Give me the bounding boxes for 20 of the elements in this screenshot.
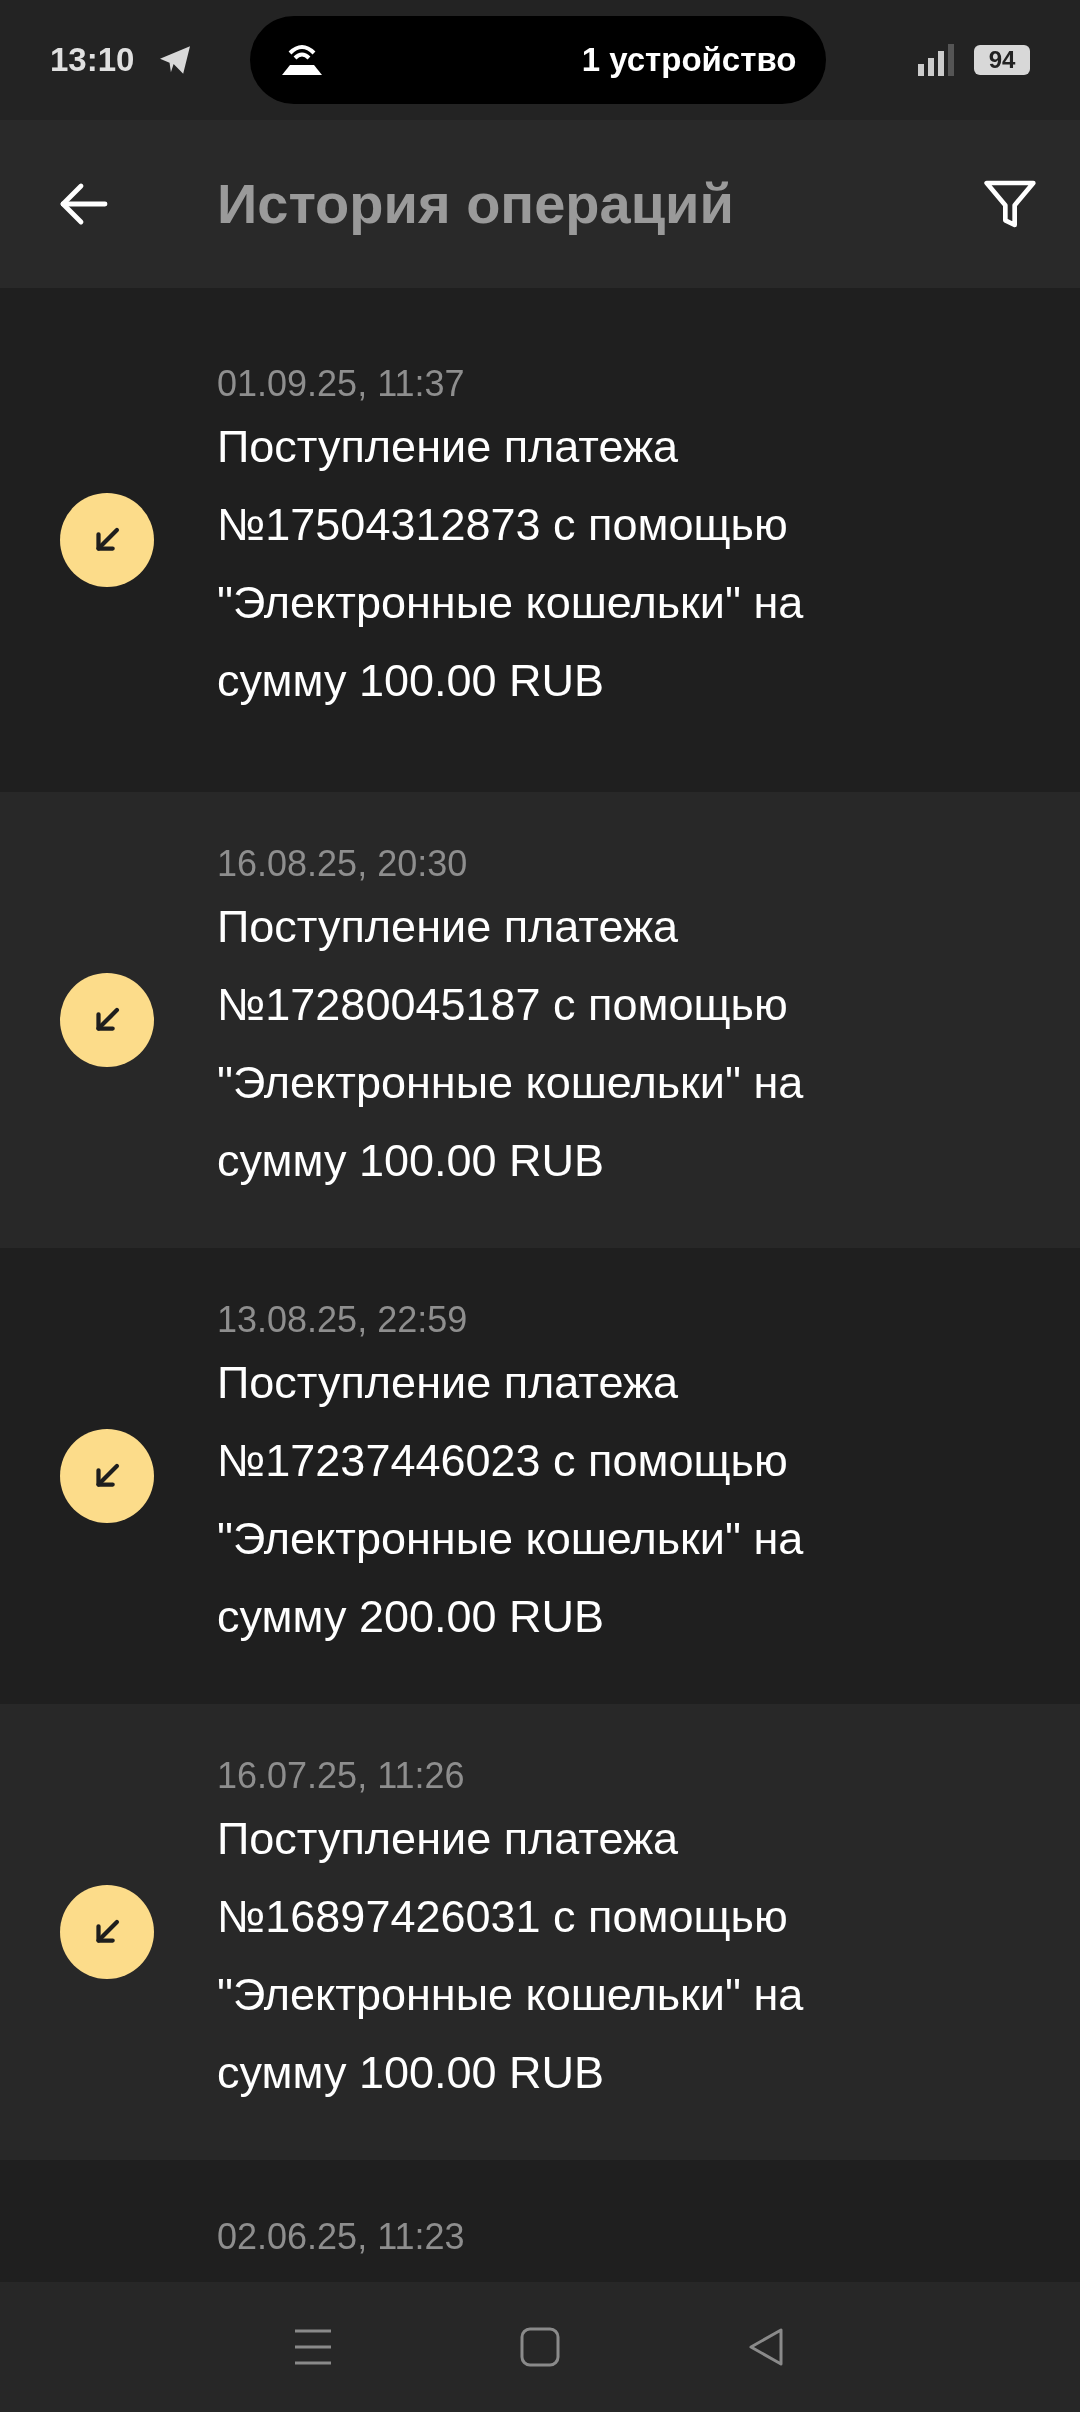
menu-icon[interactable] (293, 2329, 334, 2365)
operation-date: 13.08.25, 22:59 (217, 1298, 469, 1342)
hotspot-label: 1 устройство (581, 40, 797, 81)
operation-description: Поступление платежа №17504312873 с помощью "Электронные кошельки" на сумму 100.00 RUB (217, 420, 805, 708)
page-title: История операций (217, 171, 734, 237)
operation-date: 01.09.25, 11:37 (217, 362, 466, 406)
hotspot-icon (280, 43, 325, 77)
home-icon[interactable] (520, 2327, 560, 2367)
status-time: 13:10 (50, 40, 135, 81)
operation-description: Поступление платежа №16897426031 с помощью "Электронные кошельки" на сумму 100.00 RUB (217, 1812, 805, 2100)
operation-description: Поступление платежа №17280045187 с помощью "Электронные кошельки" на сумму 100.00 RUB (217, 900, 805, 1188)
operation-description: Поступление платежа №17237446023 с помощью "Электронные кошельки" на сумму 200.00 RUB (217, 1356, 805, 1644)
operation-date: 16.07.25, 11:26 (217, 1754, 466, 1798)
signal-icon (918, 44, 954, 76)
operation-row[interactable]: 16.08.25, 20:30 Поступление платежа №17280045187 с помощью "Электронные кошельки" на сумму 100.00 RUB (0, 792, 1080, 1248)
operation-row[interactable]: 16.07.25, 11:26 Поступление платежа №16897426031 с помощью "Электронные кошельки" на сумму 100.00 RUB (0, 1704, 1080, 2160)
paper-plane-icon (158, 45, 193, 75)
battery-indicator: 94 (974, 45, 1030, 75)
operation-date: 02.06.25, 11:23 (217, 2215, 466, 2259)
operation-date: 16.08.25, 20:30 (217, 842, 469, 886)
